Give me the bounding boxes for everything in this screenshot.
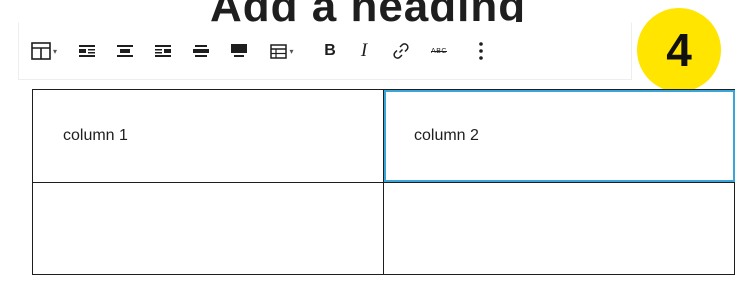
align-right-icon: [155, 44, 171, 58]
wide-width-icon: [193, 44, 209, 58]
wide-width-button[interactable]: [185, 31, 217, 71]
align-left-icon: [79, 44, 95, 58]
edit-table-icon: [270, 43, 288, 59]
table-icon: [31, 42, 51, 60]
strikethrough-icon: ABC: [431, 47, 447, 55]
edit-table-button[interactable]: ▾: [263, 31, 301, 71]
italic-icon: I: [360, 40, 368, 61]
table-row: column 1 column 2: [32, 89, 735, 183]
chevron-down-icon: ▾: [289, 46, 294, 56]
table-row: [32, 181, 735, 275]
align-right-button[interactable]: [147, 31, 179, 71]
full-width-icon: [231, 44, 247, 58]
full-width-button[interactable]: [223, 31, 255, 71]
editor-table: column 1 column 2: [32, 89, 735, 275]
italic-button[interactable]: I: [349, 31, 379, 71]
more-options-icon: [479, 42, 483, 60]
step-number-badge: 4: [637, 8, 721, 92]
table-cell-selected[interactable]: column 2: [383, 89, 735, 183]
block-toolbar: ▾ ▾ B I ABC: [18, 22, 632, 80]
table-button[interactable]: ▾: [25, 31, 63, 71]
chevron-down-icon: ▾: [52, 46, 57, 56]
strikethrough-button[interactable]: ABC: [423, 31, 455, 71]
background-heading: Add a heading: [210, 0, 610, 22]
bold-icon: B: [324, 42, 336, 59]
align-center-icon: [117, 44, 133, 58]
table-cell[interactable]: column 1: [32, 89, 384, 183]
align-left-button[interactable]: [71, 31, 103, 71]
align-center-button[interactable]: [109, 31, 141, 71]
bold-button[interactable]: B: [315, 31, 345, 71]
table-cell[interactable]: [32, 181, 384, 275]
link-button[interactable]: [385, 31, 417, 71]
link-icon: [391, 41, 411, 61]
more-options-button[interactable]: [469, 31, 493, 71]
table-cell[interactable]: [383, 181, 735, 275]
